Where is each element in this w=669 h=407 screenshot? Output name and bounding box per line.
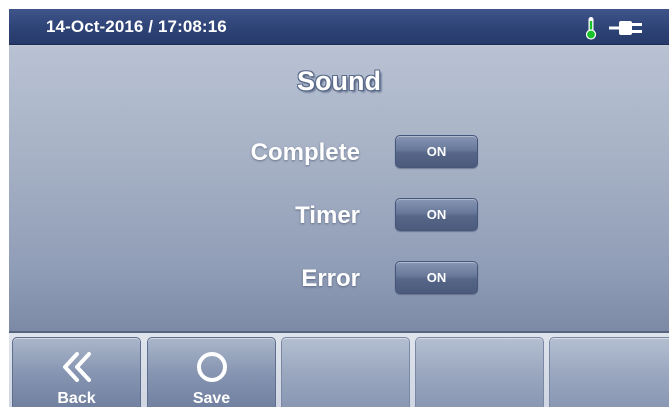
save-label: Save	[192, 390, 231, 407]
empty-button-3	[281, 337, 410, 407]
back-label: Back	[57, 390, 96, 407]
error-toggle[interactable]: ON	[395, 261, 478, 294]
complete-toggle[interactable]: ON	[395, 135, 478, 168]
timer-toggle[interactable]: ON	[395, 198, 478, 231]
error-label: Error	[301, 265, 360, 292]
datetime-display: 14-Oct-2016 / 17:08:16	[46, 17, 227, 36]
double-chevron-left-icon	[63, 352, 91, 382]
save-button[interactable]: Save	[147, 337, 276, 407]
bottom-nav-bar: Back Save	[9, 333, 669, 407]
empty-button-5	[549, 337, 669, 407]
back-button[interactable]: Back	[12, 337, 141, 407]
empty-button-4	[415, 337, 544, 407]
sound-settings-panel: Sound Complete ON Timer ON Error ON	[9, 46, 669, 331]
page-title: Sound	[297, 66, 381, 96]
power-plug-icon	[609, 21, 642, 35]
thermometer-icon	[585, 17, 597, 40]
status-bar: 14-Oct-2016 / 17:08:16	[9, 9, 669, 45]
circle-icon	[197, 352, 227, 382]
timer-label: Timer	[295, 202, 360, 229]
device-screen: 14-Oct-2016 / 17:08:16 Sound Complete ON…	[9, 9, 669, 407]
complete-label: Complete	[250, 139, 360, 166]
